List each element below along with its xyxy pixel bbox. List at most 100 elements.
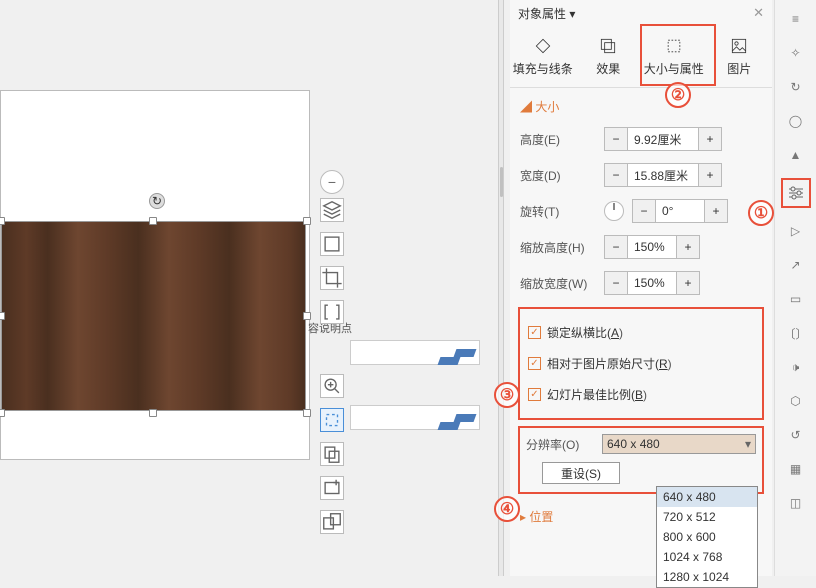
minus-button[interactable]: − xyxy=(605,236,627,258)
resize-handle[interactable] xyxy=(149,217,157,225)
height-value[interactable]: 9.92厘米 xyxy=(627,128,699,150)
tab-fill[interactable]: 填充与线条 xyxy=(510,26,576,87)
rotate-handle[interactable]: ↻ xyxy=(149,193,165,209)
scale-h-value[interactable]: 150% xyxy=(627,236,677,258)
minus-button[interactable]: − xyxy=(605,128,627,150)
lock-aspect-check[interactable]: ✓锁定纵横比(A) xyxy=(526,317,756,348)
grid-icon[interactable]: ▦ xyxy=(785,458,807,480)
dropdown-item[interactable]: 800 x 600 xyxy=(657,527,757,547)
dropdown-item[interactable]: 640 x 480 xyxy=(657,487,757,507)
close-icon[interactable]: ✕ xyxy=(753,5,764,21)
mini-slide[interactable] xyxy=(350,405,480,430)
checkbox-icon: ✓ xyxy=(528,357,541,370)
plus-button[interactable]: + xyxy=(699,128,721,150)
width-value[interactable]: 15.88厘米 xyxy=(627,164,699,186)
menu-icon[interactable]: ≡ xyxy=(785,8,807,30)
resize-handle[interactable] xyxy=(0,217,5,225)
tab-effect[interactable]: 效果 xyxy=(576,26,642,87)
archive-icon[interactable]: ▭ xyxy=(785,288,807,310)
share-icon[interactable]: ↗ xyxy=(785,254,807,276)
settings-icon[interactable] xyxy=(781,178,811,208)
scale-w-value[interactable]: 150% xyxy=(627,272,677,294)
resolution-combo[interactable]: 640 x 480 xyxy=(602,434,756,454)
resize-handle[interactable] xyxy=(303,312,311,320)
rotate-dial[interactable] xyxy=(604,201,624,221)
row-scale-w: 缩放宽度(W) −150%+ xyxy=(510,265,772,301)
plus-button[interactable]: + xyxy=(705,200,727,222)
plus-button[interactable]: + xyxy=(677,236,699,258)
shape-icon[interactable]: ◯ xyxy=(785,110,807,132)
scale-h-stepper[interactable]: −150%+ xyxy=(604,235,700,259)
resize-handle[interactable] xyxy=(149,409,157,417)
focus-icon[interactable] xyxy=(320,408,344,432)
rotate-value[interactable]: 0° xyxy=(655,200,705,222)
minus-button[interactable]: − xyxy=(633,200,655,222)
scale-w-stepper[interactable]: −150%+ xyxy=(604,271,700,295)
callout-4: ④ xyxy=(494,496,520,522)
width-stepper[interactable]: −15.88厘米+ xyxy=(604,163,722,187)
relative-original-check[interactable]: ✓相对于图片原始尺寸(R) xyxy=(526,348,756,379)
resize-handle[interactable] xyxy=(0,409,5,417)
rotate-stepper[interactable]: −0°+ xyxy=(632,199,728,223)
loop-icon[interactable]: ↻ xyxy=(785,76,807,98)
plus-button[interactable]: + xyxy=(699,164,721,186)
dropdown-item[interactable]: 720 x 512 xyxy=(657,507,757,527)
tab-image[interactable]: 图片 xyxy=(707,26,773,87)
checkbox-icon: ✓ xyxy=(528,388,541,401)
panel-divider[interactable] xyxy=(498,0,504,576)
callout-2: ② xyxy=(665,82,691,108)
aspect-checks: ✓锁定纵横比(A) ✓相对于图片原始尺寸(R) ✓幻灯片最佳比例(B) xyxy=(518,307,764,420)
resize-handle[interactable] xyxy=(303,217,311,225)
paint-icon[interactable]: ▲ xyxy=(785,144,807,166)
row-rotate: 旋转(T) −0°+ xyxy=(510,193,772,229)
properties-panel: 对象属性 ▾ ✕ 填充与线条 效果 大小与属性 图片 大小 高度(E) −9.9… xyxy=(510,0,772,576)
tab-size[interactable]: 大小与属性 xyxy=(641,26,707,87)
minus-button[interactable]: − xyxy=(605,164,627,186)
plus-button[interactable]: + xyxy=(677,272,699,294)
resolution-box: 分辨率(O) 640 x 480 重设(S) xyxy=(518,426,764,494)
mini-slide[interactable] xyxy=(350,340,480,365)
row-scale-h: 缩放高度(H) −150%+ xyxy=(510,229,772,265)
dropdown-item[interactable]: 1280 x 1024 xyxy=(657,567,757,587)
resize-handle[interactable] xyxy=(303,409,311,417)
layers-icon[interactable] xyxy=(320,198,344,222)
selected-image[interactable] xyxy=(1,221,306,411)
sparkle-icon[interactable]: ✧ xyxy=(785,42,807,64)
row-height: 高度(E) −9.92厘米+ xyxy=(510,121,772,157)
height-label: 高度(E) xyxy=(520,131,598,148)
resolution-label: 分辨率(O) xyxy=(526,436,596,453)
reset-button[interactable]: 重设(S) xyxy=(542,462,620,484)
new-slide-icon[interactable] xyxy=(320,476,344,500)
brackets-icon[interactable] xyxy=(320,300,344,324)
duplicate-icon[interactable] xyxy=(320,510,344,534)
mini-slides xyxy=(350,340,480,470)
canvas-area: ↻ 容说明点 − xyxy=(0,0,490,576)
right-toolbar: ≡ ✧ ↻ ◯ ▲ ▷ ↗ ▭ 〔〕 🕩 ⬡ ↺ ▦ ◫ xyxy=(774,0,816,576)
scale-w-label: 缩放宽度(W) xyxy=(520,275,598,292)
history-icon[interactable]: ↺ xyxy=(785,424,807,446)
minus-button[interactable]: − xyxy=(605,272,627,294)
dropdown-item[interactable]: 1024 x 768 xyxy=(657,547,757,567)
scale-h-label: 缩放高度(H) xyxy=(520,239,598,256)
tool-column xyxy=(320,198,344,544)
crop-icon[interactable] xyxy=(320,266,344,290)
resize-handle[interactable] xyxy=(0,312,5,320)
height-stepper[interactable]: −9.92厘米+ xyxy=(604,127,722,151)
brackets-icon[interactable]: 〔〕 xyxy=(785,322,807,344)
best-fit-check[interactable]: ✓幻灯片最佳比例(B) xyxy=(526,379,756,410)
zoom-in-icon[interactable] xyxy=(320,374,344,398)
callout-3: ③ xyxy=(494,382,520,408)
panel-title[interactable]: 对象属性 ▾ xyxy=(518,5,575,22)
tabs: 填充与线条 效果 大小与属性 图片 xyxy=(510,26,772,88)
section-size[interactable]: 大小 xyxy=(510,88,772,121)
copy-slide-icon[interactable] xyxy=(320,442,344,466)
cube-icon[interactable]: ⬡ xyxy=(785,390,807,412)
resolution-dropdown: 640 x 480 720 x 512 800 x 600 1024 x 768… xyxy=(656,486,758,588)
rect-icon[interactable] xyxy=(320,232,344,256)
animate-icon[interactable]: ▷ xyxy=(785,220,807,242)
width-label: 宽度(D) xyxy=(520,167,598,184)
callout-1: ① xyxy=(748,200,774,226)
sound-icon[interactable]: 🕩 xyxy=(785,356,807,378)
chart-icon[interactable]: ◫ xyxy=(785,492,807,514)
zoom-out-button[interactable]: − xyxy=(320,170,344,194)
